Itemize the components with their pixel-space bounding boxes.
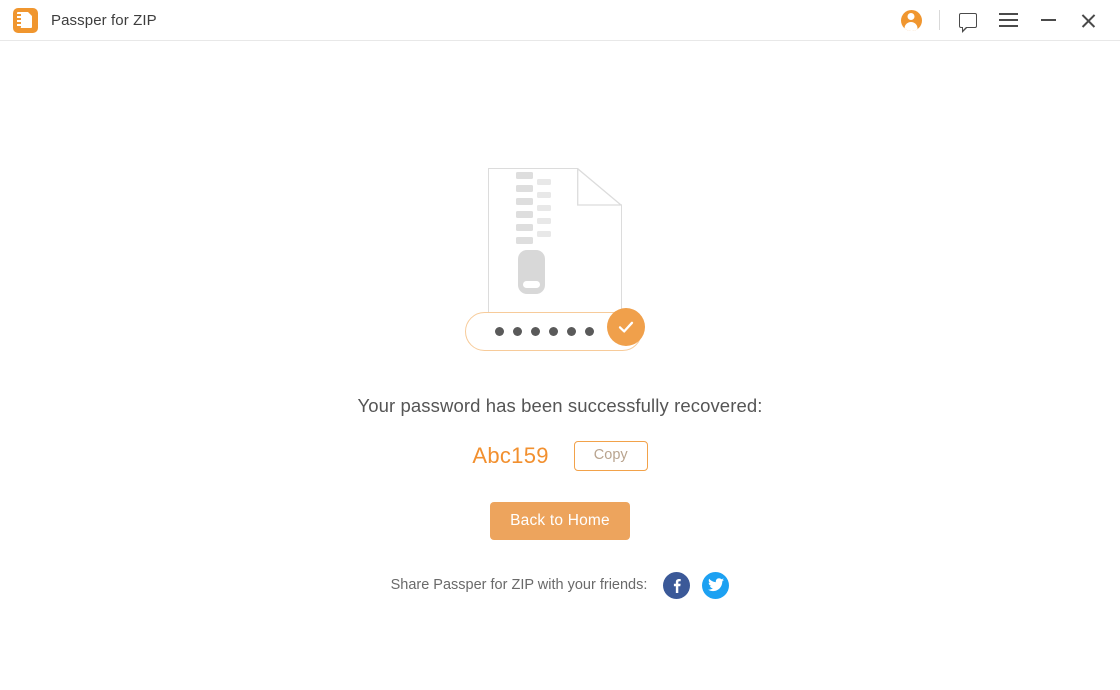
zipper-graphic: [516, 172, 558, 294]
logo-zipper-shape: [17, 11, 21, 28]
success-illustration: [465, 168, 655, 363]
password-row: Abc159 Copy: [472, 441, 648, 471]
page-title: Your password has been successfully reco…: [357, 395, 763, 416]
password-dot: [585, 327, 594, 336]
share-label: Share Passper for ZIP with your friends:: [390, 577, 648, 594]
check-mark-icon: [607, 308, 645, 346]
title-bar-controls: [891, 0, 1120, 40]
close-icon: [1080, 12, 1097, 29]
titlebar-divider: [939, 10, 940, 30]
facebook-icon: [674, 578, 682, 593]
hamburger-menu-icon: [998, 13, 1018, 27]
password-dot: [567, 327, 576, 336]
account-icon: [900, 9, 922, 31]
facebook-share-button[interactable]: [663, 571, 691, 599]
twitter-share-button[interactable]: [702, 571, 730, 599]
title-bar: Passper for ZIP: [0, 0, 1120, 41]
password-dot: [495, 327, 504, 336]
minimize-button[interactable]: [1028, 0, 1068, 41]
password-dot: [549, 327, 558, 336]
logo-page-shape: [20, 11, 32, 28]
password-dot: [513, 327, 522, 336]
zip-file-icon: [13, 7, 38, 33]
close-button[interactable]: [1068, 0, 1108, 41]
speech-bubble-icon: [959, 12, 977, 33]
twitter-icon: [707, 578, 724, 592]
document-fold-corner-icon: [577, 168, 622, 206]
zipper-pull-icon: [518, 250, 545, 294]
share-row: Share Passper for ZIP with your friends:: [390, 571, 730, 599]
feedback-button[interactable]: [948, 0, 988, 41]
app-window: Passper for ZIP Your password has been s…: [0, 0, 1120, 690]
account-button[interactable]: [891, 0, 931, 41]
recovered-password-value: Abc159: [472, 442, 549, 468]
minimize-icon: [1040, 19, 1056, 21]
menu-button[interactable]: [988, 0, 1028, 41]
main-content: Your password has been successfully reco…: [0, 41, 1120, 690]
copy-button[interactable]: Copy: [573, 441, 648, 471]
password-dot: [531, 327, 540, 336]
back-to-home-button[interactable]: Back to Home: [490, 501, 630, 540]
app-title: Passper for ZIP: [51, 11, 157, 29]
